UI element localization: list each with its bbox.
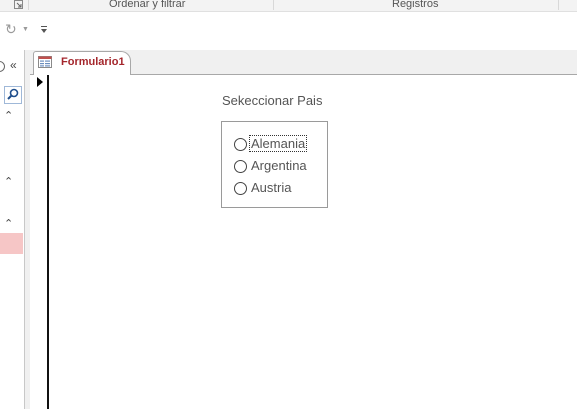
nav-search-button[interactable]	[4, 86, 22, 104]
collapse-group-icon[interactable]: ⌃	[4, 217, 13, 230]
collapse-group-icon[interactable]: ⌃	[4, 109, 13, 122]
option-label[interactable]: Argentina	[251, 158, 307, 173]
ribbon-group-sort-filter: Ordenar y filtrar	[109, 0, 186, 10]
redo-dropdown-icon[interactable]: ▼	[22, 26, 29, 33]
form-canvas: Sekeccionar Pais Alemania Argentina Aust…	[30, 75, 577, 409]
option-label[interactable]: Alemania	[248, 135, 308, 152]
record-selector[interactable]	[30, 75, 49, 409]
redo-icon[interactable]: ↻	[5, 21, 17, 38]
tab-formulario1[interactable]: Formulario1	[33, 51, 131, 75]
radio-button[interactable]	[234, 160, 247, 173]
nav-selected-item[interactable]	[0, 233, 23, 254]
option-label[interactable]: Austria	[251, 180, 291, 195]
ribbon-separator	[558, 0, 559, 10]
ribbon-separator	[28, 0, 29, 10]
ribbon-group-records: Registros	[392, 0, 439, 10]
tab-label: Formulario1	[61, 56, 125, 68]
ribbon-separator	[273, 0, 274, 10]
dialog-launcher-icon[interactable]	[14, 0, 23, 9]
customize-qat-icon[interactable]	[40, 25, 48, 34]
nav-pane-edge-icon	[0, 61, 5, 72]
collapse-group-icon[interactable]: ⌃	[4, 175, 13, 188]
shutter-open-icon[interactable]: «	[10, 58, 17, 72]
current-record-icon	[37, 77, 43, 87]
radio-button[interactable]	[234, 138, 247, 151]
option-group-label: Sekeccionar Pais	[222, 93, 323, 108]
navigation-pane: « ⌃ ⌃ ⌃	[0, 50, 25, 409]
ribbon-group-labels: Ordenar y filtrar Registros	[0, 0, 577, 12]
quick-access-toolbar: ↻ ▼	[0, 12, 577, 48]
radio-button[interactable]	[234, 182, 247, 195]
form-icon	[38, 56, 52, 68]
document-tab-bar: Formulario1	[30, 50, 577, 75]
country-option-group[interactable]: Alemania Argentina Austria	[221, 121, 328, 208]
search-icon	[7, 88, 19, 100]
